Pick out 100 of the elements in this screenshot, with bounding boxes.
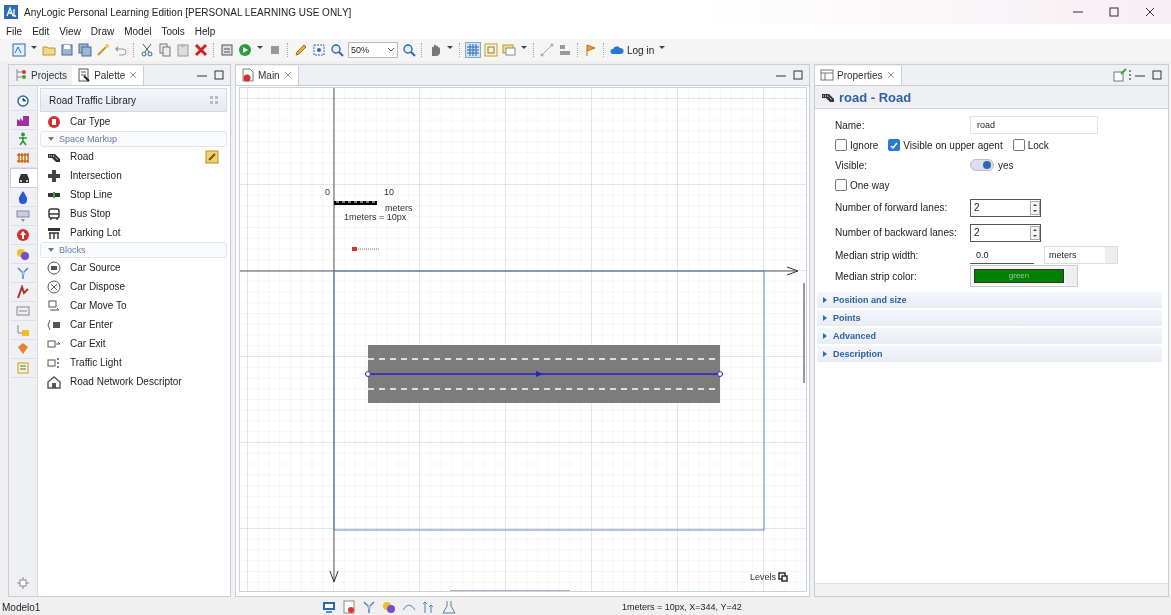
section-header[interactable]: Advanced bbox=[817, 328, 1162, 344]
save-icon[interactable] bbox=[60, 43, 74, 57]
visible-toggle[interactable] bbox=[970, 159, 994, 171]
scale-bar[interactable] bbox=[334, 201, 377, 205]
maximize-icon[interactable] bbox=[213, 69, 225, 81]
width-field[interactable]: 0.0 bbox=[970, 246, 1034, 264]
caret-down-icon bbox=[47, 246, 55, 254]
checkbox[interactable]: One way bbox=[835, 179, 890, 191]
pen-icon[interactable] bbox=[294, 43, 308, 57]
menu-item[interactable]: View bbox=[59, 26, 81, 37]
palette-item[interactable]: Car Dispose bbox=[40, 277, 227, 296]
palette-item[interactable]: Car Type bbox=[40, 112, 227, 131]
zoom-in-icon[interactable] bbox=[402, 43, 416, 57]
parking-icon bbox=[47, 225, 61, 240]
road[interactable] bbox=[365, 345, 723, 403]
palette-item[interactable]: Car Move To bbox=[40, 296, 227, 315]
edit-icon[interactable] bbox=[205, 149, 219, 164]
toggle-label: yes bbox=[998, 159, 1014, 171]
palette-item[interactable]: Intersection bbox=[40, 166, 227, 185]
caret-right-icon bbox=[821, 332, 829, 340]
field-label: Median strip width: bbox=[835, 249, 920, 261]
checkbox[interactable]: Lock bbox=[1012, 139, 1049, 151]
properties-icon bbox=[820, 68, 834, 82]
unit-dropdown[interactable]: meters bbox=[1044, 246, 1118, 264]
group-header[interactable]: Blocks bbox=[40, 242, 227, 258]
flask-icon[interactable] bbox=[442, 600, 456, 614]
field-label: Visible: bbox=[835, 159, 869, 171]
arrows-icon[interactable] bbox=[422, 600, 436, 614]
palette-item[interactable]: Stop Line bbox=[40, 185, 227, 204]
marker-icon[interactable] bbox=[352, 247, 381, 251]
levels-button[interactable]: Levels bbox=[750, 572, 788, 582]
group-header[interactable]: Space Markup bbox=[40, 131, 227, 147]
scrollbar[interactable] bbox=[449, 590, 571, 591]
save-all-icon[interactable] bbox=[78, 43, 92, 57]
menu-item[interactable]: Model bbox=[124, 26, 152, 37]
scrollbar[interactable] bbox=[803, 282, 805, 384]
close-icon[interactable] bbox=[1143, 5, 1157, 19]
zoom-out-icon[interactable] bbox=[330, 43, 344, 57]
panel-tab[interactable]: Projects bbox=[9, 65, 73, 85]
palette-item[interactable]: Road Network Descriptor bbox=[40, 372, 227, 391]
align-icon[interactable] bbox=[558, 43, 572, 57]
menu-item[interactable]: Edit bbox=[32, 26, 50, 37]
palette-item[interactable]: Car Enter bbox=[40, 315, 227, 334]
cloud-icon bbox=[610, 43, 624, 57]
rail-icon bbox=[16, 151, 30, 165]
palette-item[interactable]: Traffic Light bbox=[40, 353, 227, 372]
category-tab[interactable] bbox=[9, 168, 37, 188]
chart-icon bbox=[16, 285, 30, 299]
panel-tab[interactable]: Properties bbox=[815, 65, 902, 85]
document-icon[interactable] bbox=[342, 600, 356, 614]
status-text: 1meters = 10px, X=344, Y=42 bbox=[622, 602, 742, 612]
monitor-icon[interactable] bbox=[322, 600, 336, 614]
menu-item[interactable]: Draw bbox=[90, 26, 115, 37]
menu-item[interactable]: File bbox=[6, 26, 23, 37]
add-icon[interactable] bbox=[16, 576, 30, 590]
field-label: Number of backward lanes: bbox=[835, 227, 958, 238]
section-header[interactable]: Position and size bbox=[817, 292, 1162, 308]
view-toggle-icon[interactable] bbox=[210, 96, 218, 104]
palette-item[interactable]: Car Exit bbox=[40, 334, 227, 353]
flag-icon[interactable] bbox=[584, 43, 598, 57]
delete-icon[interactable] bbox=[194, 43, 208, 57]
palette-item[interactable]: Bus Stop bbox=[40, 204, 227, 223]
clock-icon bbox=[16, 94, 30, 108]
palette-item[interactable]: Parking Lot bbox=[40, 223, 227, 242]
wand-icon[interactable] bbox=[96, 43, 110, 57]
section-header[interactable]: Description bbox=[817, 346, 1162, 362]
frame-icon[interactable] bbox=[484, 43, 498, 57]
cut-icon[interactable] bbox=[140, 43, 154, 57]
checkbox[interactable]: Ignore bbox=[835, 139, 879, 151]
connector-icon[interactable] bbox=[540, 43, 554, 57]
number-spinner[interactable]: 2 bbox=[970, 198, 1041, 217]
run-icon[interactable] bbox=[238, 43, 252, 57]
name-field[interactable]: road bbox=[970, 116, 1098, 134]
maximize-icon[interactable] bbox=[1107, 5, 1121, 19]
login-button[interactable]: Log in bbox=[610, 43, 655, 57]
menu-item[interactable]: Tools bbox=[161, 26, 185, 37]
section-header[interactable]: Points bbox=[817, 310, 1162, 326]
category-tab[interactable] bbox=[10, 92, 36, 111]
diamond-icon bbox=[16, 342, 30, 356]
zoom-fit-icon[interactable] bbox=[312, 43, 326, 57]
category-tab[interactable] bbox=[10, 283, 36, 302]
scale-start-label: 0 bbox=[325, 187, 330, 197]
pin-icon[interactable] bbox=[1113, 68, 1127, 82]
panel-tab[interactable]: Palette bbox=[72, 65, 145, 85]
editor-tab[interactable]: Main bbox=[236, 65, 299, 85]
palette-item[interactable]: Car Source bbox=[40, 258, 227, 277]
build-icon[interactable] bbox=[220, 43, 234, 57]
car-type-icon bbox=[47, 114, 61, 129]
more-icon[interactable] bbox=[1127, 69, 1133, 81]
circles-icon[interactable] bbox=[382, 600, 396, 614]
copy-icon[interactable] bbox=[158, 43, 172, 57]
number-spinner[interactable]: 2 bbox=[970, 223, 1041, 242]
dispose-icon bbox=[47, 279, 61, 294]
menu-item[interactable]: Help bbox=[194, 26, 216, 37]
grid-icon[interactable] bbox=[466, 43, 480, 57]
maximize-icon[interactable] bbox=[1151, 69, 1163, 81]
zoom-dropdown[interactable]: 50% bbox=[348, 42, 398, 58]
checkbox[interactable]: Visible on upper agent bbox=[888, 139, 1003, 151]
maximize-icon[interactable] bbox=[792, 69, 804, 81]
document-icon bbox=[241, 68, 255, 82]
